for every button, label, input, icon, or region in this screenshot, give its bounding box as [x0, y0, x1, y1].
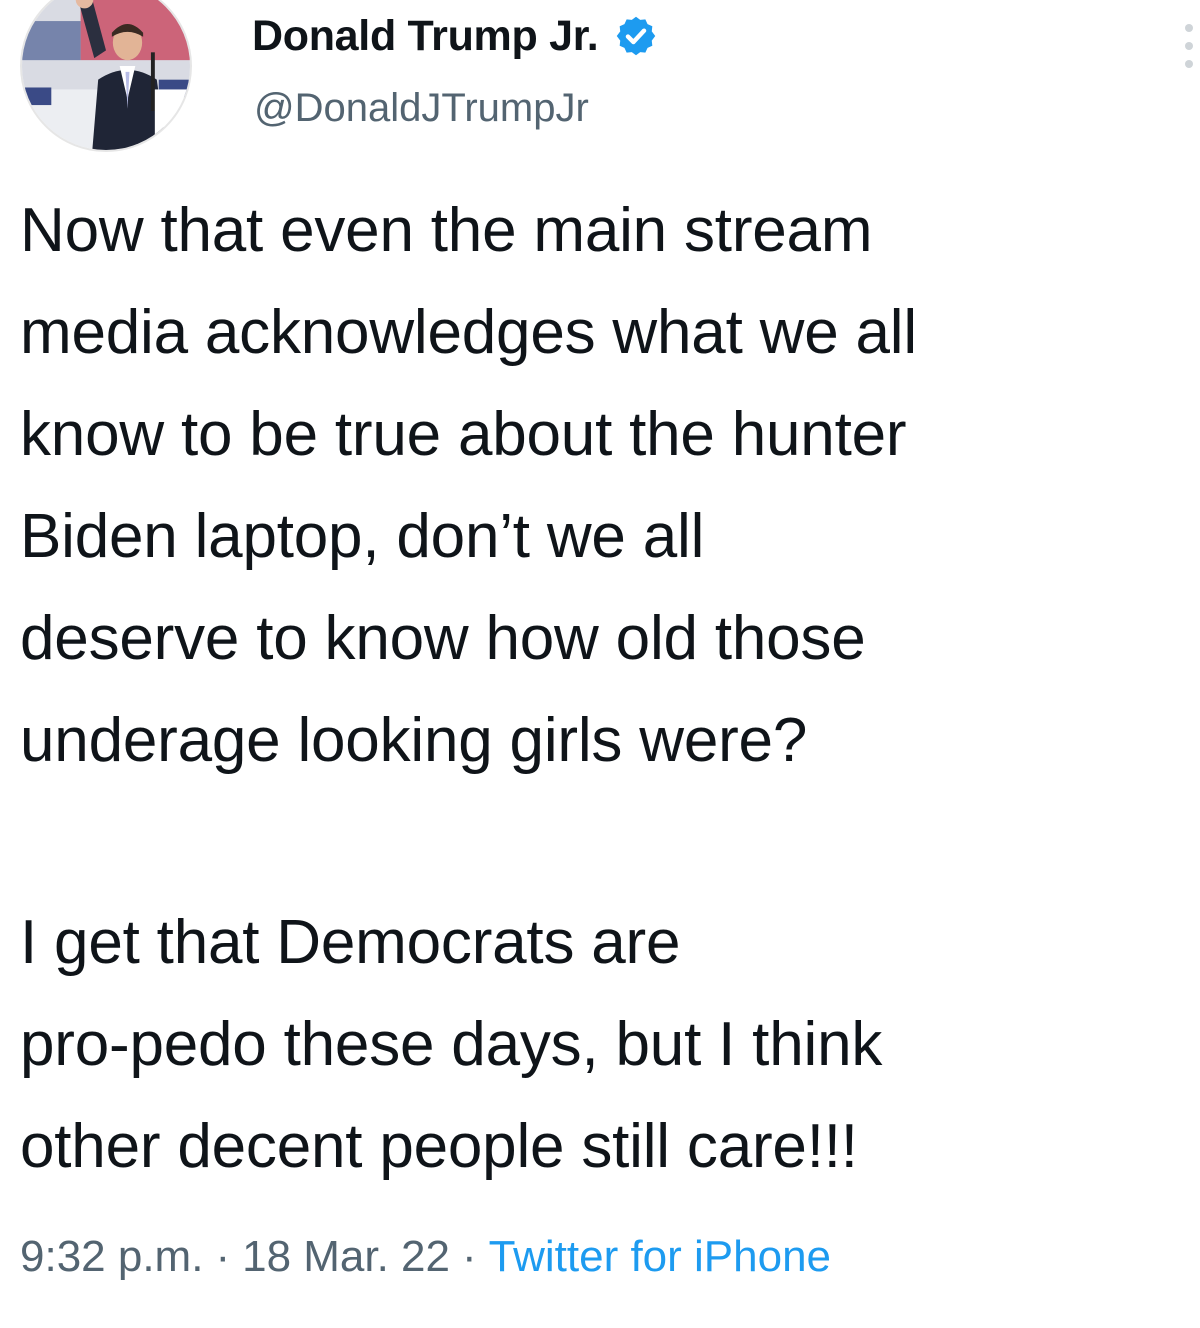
meta-separator: · — [215, 1232, 231, 1281]
tweet: Donald Trump Jr. @DonaldJTrumpJr Now tha… — [0, 0, 1200, 1328]
paragraph-break — [20, 792, 1198, 892]
tweet-meta: 9:32 p.m. · 18 Mar. 22 · Twitter for iPh… — [20, 1232, 831, 1282]
tweet-line: underage looking girls were? — [20, 706, 808, 775]
tweet-line: other decent people still care!!! — [20, 1112, 858, 1181]
author-handle[interactable]: @DonaldJTrumpJr — [254, 86, 589, 131]
tweet-line: Now that even the main stream — [20, 196, 873, 265]
tweet-line: pro-pedo these days, but I think — [20, 1010, 883, 1079]
tweet-line: Biden laptop, don’t we all — [20, 502, 705, 571]
tweet-line: deserve to know how old those — [20, 604, 866, 673]
tweet-time[interactable]: 9:32 p.m. — [20, 1232, 203, 1282]
tweet-line: media acknowledges what we all — [20, 298, 917, 367]
verified-badge-icon — [614, 14, 658, 58]
tweet-line: know to be true about the hunter — [20, 400, 907, 469]
meta-separator: · — [462, 1232, 477, 1281]
tweet-source-link[interactable]: Twitter for iPhone — [489, 1232, 831, 1282]
tweet-line: I get that Democrats are — [20, 908, 681, 977]
tweet-date[interactable]: 18 Mar. 22 — [242, 1232, 450, 1282]
display-name[interactable]: Donald Trump Jr. — [252, 12, 599, 61]
more-options-icon[interactable] — [1182, 24, 1196, 68]
tweet-text: Now that even the main stream media ackn… — [20, 180, 1198, 1198]
author-name-row[interactable]: Donald Trump Jr. — [252, 8, 658, 64]
avatar[interactable] — [20, 0, 192, 152]
